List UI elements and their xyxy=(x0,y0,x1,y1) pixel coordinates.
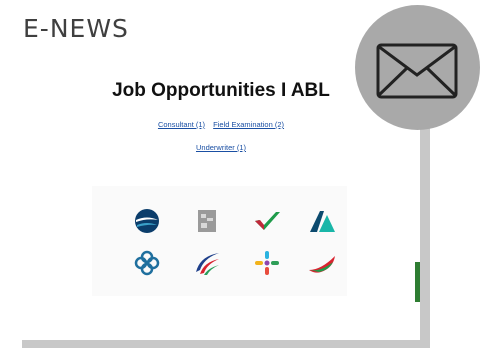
link-consultant[interactable]: Consultant (1) xyxy=(158,120,205,129)
envelope-icon xyxy=(376,43,458,99)
globe-logo xyxy=(132,206,162,236)
sponsor-logos xyxy=(92,186,347,296)
flower-logo xyxy=(132,248,162,278)
swoosh-logo xyxy=(192,248,222,278)
cross-dots-logo xyxy=(252,248,282,278)
document-logo xyxy=(192,206,222,236)
email-subscribe-button[interactable] xyxy=(355,5,480,130)
mountain-logo xyxy=(307,206,337,236)
card-edge-accent xyxy=(415,262,420,302)
link-field-examination[interactable]: Field Examination (2) xyxy=(213,120,284,129)
wave-logo xyxy=(307,248,337,278)
job-links: Consultant (1) Field Examination (2) Und… xyxy=(22,120,420,166)
link-underwriter[interactable]: Underwriter (1) xyxy=(196,143,246,152)
page-heading: E-NEWS xyxy=(23,14,129,43)
checkmark-logo xyxy=(252,206,282,236)
